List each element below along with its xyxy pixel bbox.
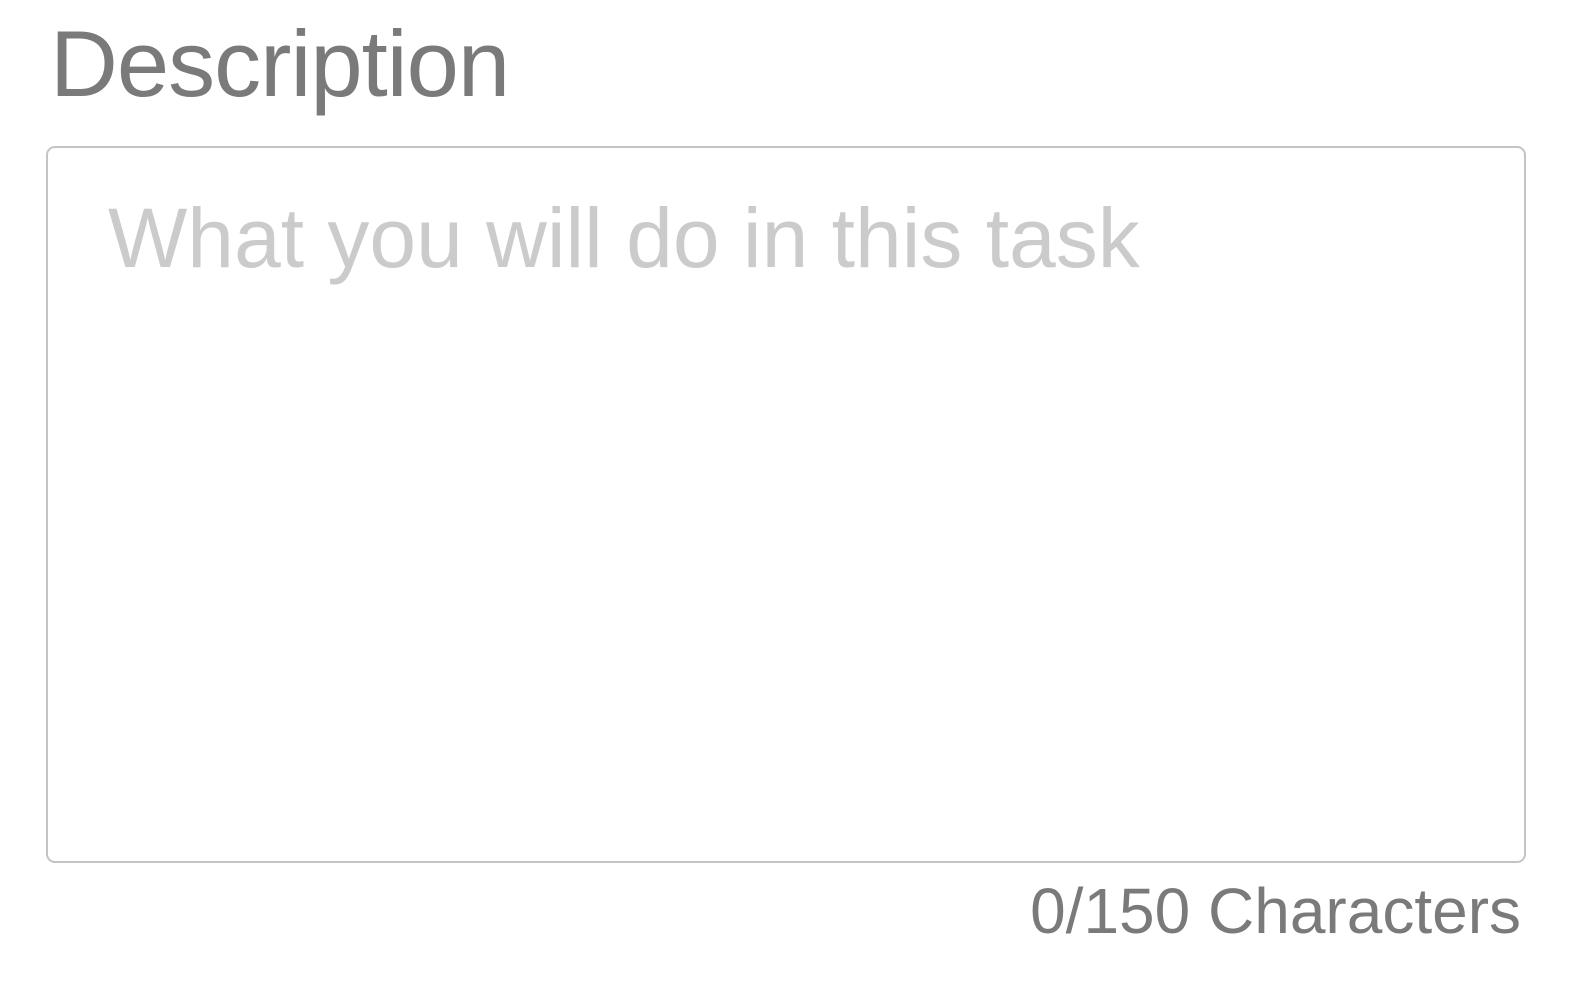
description-textarea[interactable] xyxy=(46,146,1526,863)
character-counter: 0/150 Characters xyxy=(1030,875,1521,947)
description-field: Description 0/150 Characters xyxy=(0,0,1579,996)
description-label: Description xyxy=(50,11,510,116)
